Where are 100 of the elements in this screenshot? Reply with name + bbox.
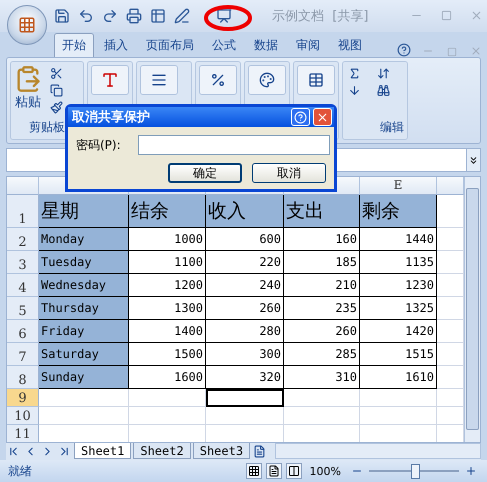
table-cell: 1230 bbox=[360, 274, 437, 297]
table-cell bbox=[437, 320, 464, 343]
column-header[interactable]: E bbox=[360, 176, 437, 195]
password-label: 密码(P): bbox=[76, 136, 122, 154]
copy-icon[interactable] bbox=[48, 82, 65, 100]
table-cell: 280 bbox=[206, 320, 284, 343]
table-cell bbox=[437, 388, 464, 407]
undo-icon[interactable] bbox=[78, 8, 94, 24]
styles-icon[interactable] bbox=[248, 65, 286, 96]
row-header[interactable]: 6 bbox=[7, 320, 39, 343]
dialog-title: 取消共享保护 bbox=[72, 108, 151, 126]
pencil-icon[interactable] bbox=[174, 8, 190, 24]
table-cell: 235 bbox=[284, 296, 360, 320]
row-header[interactable]: 4 bbox=[7, 274, 39, 297]
table-cell: 1400 bbox=[129, 320, 206, 343]
table-cell: Saturday bbox=[39, 342, 129, 366]
ribbon-tab[interactable]: 视图 bbox=[330, 33, 370, 58]
office-button[interactable] bbox=[7, 5, 47, 45]
table-cell bbox=[437, 296, 464, 320]
font-icon[interactable] bbox=[91, 65, 129, 96]
table-cell bbox=[437, 228, 464, 251]
align-icon[interactable] bbox=[140, 65, 178, 96]
table-cell: 1300 bbox=[129, 296, 206, 320]
page-break-icon[interactable] bbox=[286, 463, 302, 480]
table-cell: 1610 bbox=[360, 366, 437, 389]
table-cell: 1100 bbox=[129, 250, 206, 274]
table-cell: 310 bbox=[284, 366, 360, 389]
column-title: 结余 bbox=[129, 194, 206, 228]
ribbon-tab[interactable]: 审阅 bbox=[288, 33, 328, 58]
close-icon[interactable] bbox=[313, 108, 332, 126]
row-header[interactable]: 9 bbox=[7, 388, 39, 407]
table-cell: 210 bbox=[284, 274, 360, 297]
table-cell: 1420 bbox=[360, 320, 437, 343]
table-cell bbox=[437, 366, 464, 389]
active-cell[interactable] bbox=[206, 388, 284, 407]
column-title: 支出 bbox=[284, 194, 360, 228]
table-cell bbox=[437, 342, 464, 366]
table-cell: 1500 bbox=[129, 342, 206, 366]
ribbon-tab[interactable]: 页面布局 bbox=[138, 33, 202, 58]
table-cell: 1440 bbox=[360, 228, 437, 251]
table-cell: 185 bbox=[284, 250, 360, 274]
table-cell bbox=[437, 406, 464, 425]
sheet-tab[interactable]: Sheet1 bbox=[74, 443, 132, 460]
ribbon-tab[interactable]: 公式 bbox=[204, 33, 244, 58]
row-header[interactable]: 5 bbox=[7, 296, 39, 320]
row-header[interactable]: 10 bbox=[7, 406, 39, 425]
cancel-button[interactable]: 取消 bbox=[252, 163, 326, 183]
table-cell: 1325 bbox=[360, 296, 437, 320]
ribbon-tab[interactable]: 开始 bbox=[54, 33, 94, 58]
table-cell: Monday bbox=[39, 228, 129, 251]
horizontal-scrollbar[interactable] bbox=[275, 443, 481, 460]
brush-icon[interactable] bbox=[48, 99, 65, 116]
password-field[interactable] bbox=[138, 135, 330, 155]
table-cell: 1600 bbox=[129, 366, 206, 389]
ok-button[interactable]: 确定 bbox=[168, 163, 242, 183]
table-cell: 300 bbox=[206, 342, 284, 366]
table-cell: 320 bbox=[206, 366, 284, 389]
presentation-icon[interactable] bbox=[216, 8, 232, 24]
column-title: 收入 bbox=[206, 194, 284, 228]
row-header[interactable]: 7 bbox=[7, 342, 39, 366]
table-cell: 240 bbox=[206, 274, 284, 297]
table-cell: 1200 bbox=[129, 274, 206, 297]
expand-icon[interactable] bbox=[466, 149, 480, 171]
redo-icon[interactable] bbox=[102, 8, 118, 24]
vertical-scrollbar[interactable] bbox=[464, 176, 480, 442]
new-sheet-icon[interactable] bbox=[252, 444, 268, 458]
sheet-tab[interactable]: Sheet2 bbox=[133, 443, 191, 460]
help-icon[interactable] bbox=[291, 108, 310, 126]
table-icon[interactable] bbox=[150, 8, 166, 24]
row-header[interactable]: 2 bbox=[7, 228, 39, 251]
cells-icon[interactable] bbox=[297, 65, 335, 96]
table-cell: Wednesday bbox=[39, 274, 129, 297]
table-cell: 260 bbox=[206, 296, 284, 320]
slider-thumb[interactable] bbox=[411, 464, 420, 480]
normal-view-icon[interactable] bbox=[246, 463, 262, 480]
table-cell: 220 bbox=[206, 250, 284, 274]
table-cell bbox=[437, 250, 464, 274]
row-header[interactable]: 8 bbox=[7, 366, 39, 389]
save-icon[interactable] bbox=[54, 8, 70, 24]
group-label: 剪贴板 bbox=[28, 119, 66, 136]
paste-button[interactable]: 粘贴 bbox=[14, 65, 42, 116]
sheet-tab[interactable]: Sheet3 bbox=[192, 443, 250, 460]
table-cell: 1515 bbox=[360, 342, 437, 366]
table-cell: Friday bbox=[39, 320, 129, 343]
row-header[interactable]: 3 bbox=[7, 250, 39, 274]
table-cell bbox=[437, 194, 464, 228]
row-header[interactable]: 11 bbox=[7, 424, 39, 442]
printer-icon[interactable] bbox=[126, 8, 142, 24]
page-layout-icon[interactable] bbox=[266, 463, 282, 480]
column-title: 星期 bbox=[39, 194, 129, 228]
percent-icon[interactable] bbox=[199, 65, 237, 96]
highlight-ellipse bbox=[203, 5, 253, 31]
column-title: 剩余 bbox=[360, 194, 437, 228]
table-cell: 1000 bbox=[129, 228, 206, 251]
row-header[interactable]: 1 bbox=[7, 194, 39, 228]
ribbon-tab[interactable]: 插入 bbox=[96, 33, 136, 58]
group-label: 编辑 bbox=[379, 119, 404, 136]
table-cell: Sunday bbox=[39, 366, 129, 389]
window-title: 示例文档 [共享] bbox=[272, 8, 370, 25]
ribbon-tab[interactable]: 数据 bbox=[246, 33, 286, 58]
